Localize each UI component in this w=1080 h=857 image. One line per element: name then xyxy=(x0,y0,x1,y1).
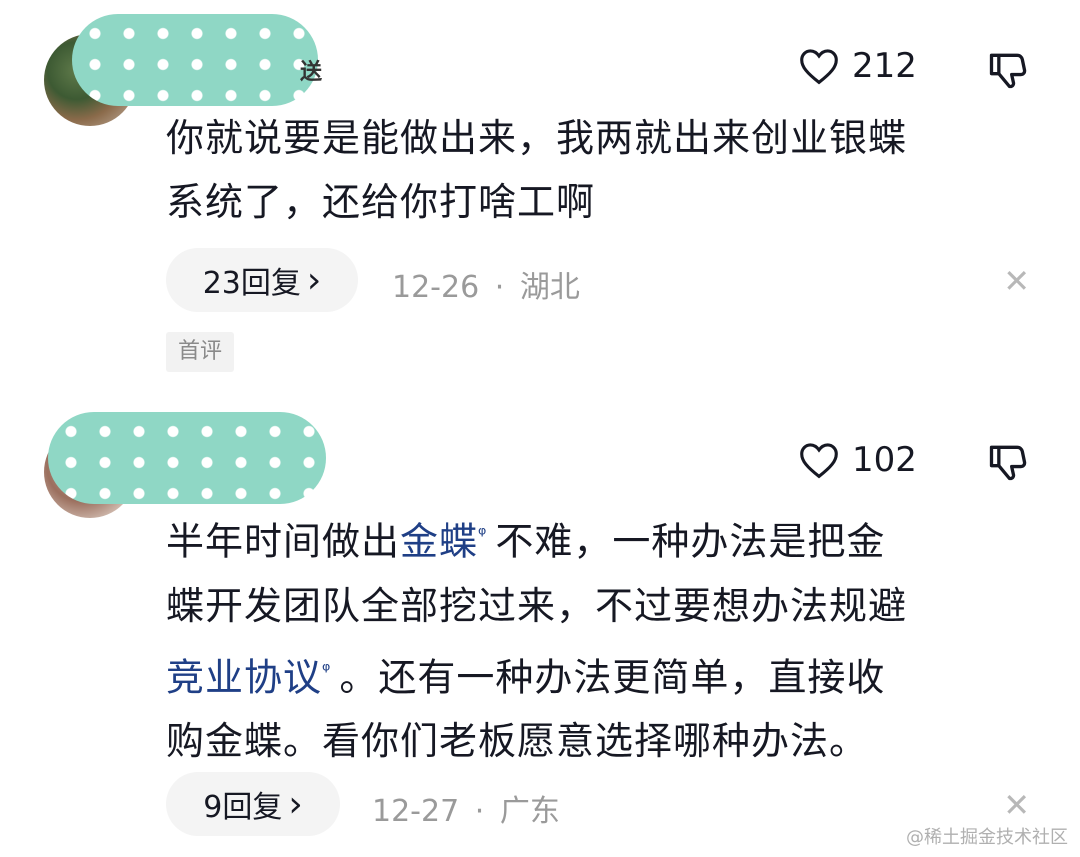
text-span: 不难，一种办法是把金 xyxy=(495,519,886,564)
search-mini-icon: ᵠ xyxy=(322,657,332,682)
close-icon[interactable]: ✕ xyxy=(1003,786,1030,824)
text-span: 半年时间做出 xyxy=(166,519,401,564)
watermark: @稀土掘金技术社区 xyxy=(906,827,1068,848)
text-span: 。还有一种办法更简单，直接收 xyxy=(339,655,886,700)
comment-meta: 12-27 · 广东 xyxy=(372,786,560,830)
comment-meta: 12-26 · 湖北 xyxy=(392,262,580,306)
replies-button[interactable]: 9回复 › xyxy=(166,772,340,836)
search-link[interactable]: 竞业协议 xyxy=(166,655,322,699)
thumbs-down-outline-icon xyxy=(989,445,1027,481)
chevron-right-icon: › xyxy=(288,783,303,825)
comment-line: 系统了，还给你打啥工啊 xyxy=(166,180,596,224)
comment-location: 湖北 xyxy=(519,270,580,305)
chevron-right-icon: › xyxy=(306,259,322,301)
redaction-mask xyxy=(48,412,326,504)
replies-count: 23回复 xyxy=(202,266,301,301)
dislike-button[interactable] xyxy=(986,48,1030,96)
comment-date: 12-27 xyxy=(372,794,460,829)
close-icon[interactable]: ✕ xyxy=(1003,262,1030,300)
heart-outline-icon xyxy=(800,443,838,479)
like-count: 102 xyxy=(852,440,917,480)
search-link[interactable]: 金蝶 xyxy=(400,520,478,564)
replies-count: 9回复 xyxy=(203,790,283,825)
comment-line: 半年时间做出金蝶ᵠ 不难，一种办法是把金 xyxy=(166,502,1006,574)
meta-separator: · xyxy=(474,794,485,829)
comment-line: 蝶开发团队全部挖过来，不过要想办法规避 xyxy=(166,583,908,628)
username-fragment[interactable]: 送 xyxy=(300,54,322,86)
heart-outline-icon xyxy=(800,49,838,85)
comment-text: 半年时间做出金蝶ᵠ 不难，一种办法是把金 蝶开发团队全部挖过来，不过要想办法规避 … xyxy=(166,502,1006,773)
like-count: 212 xyxy=(852,46,917,86)
redaction-mask xyxy=(72,14,318,106)
comment-line: 你就说要是能做出来，我两就出来创业银蝶 xyxy=(166,116,908,160)
comment-line: 竞业协议ᵠ 。还有一种办法更简单，直接收 xyxy=(166,638,1006,710)
like-button[interactable]: 212 xyxy=(798,46,917,86)
replies-button[interactable]: 23回复 › xyxy=(166,248,358,312)
first-comment-badge: 首评 xyxy=(166,332,235,372)
comment-location: 广东 xyxy=(499,794,560,829)
thumbs-down-outline-icon xyxy=(989,53,1027,89)
comment-text: 你就说要是能做出来，我两就出来创业银蝶 系统了，还给你打啥工啊 xyxy=(166,106,1006,234)
search-mini-icon: ᵠ xyxy=(478,522,488,546)
like-button[interactable]: 102 xyxy=(798,440,917,480)
comment-line: 购金蝶。看你们老板愿意选择哪种办法。 xyxy=(166,719,869,764)
meta-separator: · xyxy=(494,270,505,305)
comment-date: 12-26 xyxy=(392,270,480,305)
dislike-button[interactable] xyxy=(986,440,1030,488)
